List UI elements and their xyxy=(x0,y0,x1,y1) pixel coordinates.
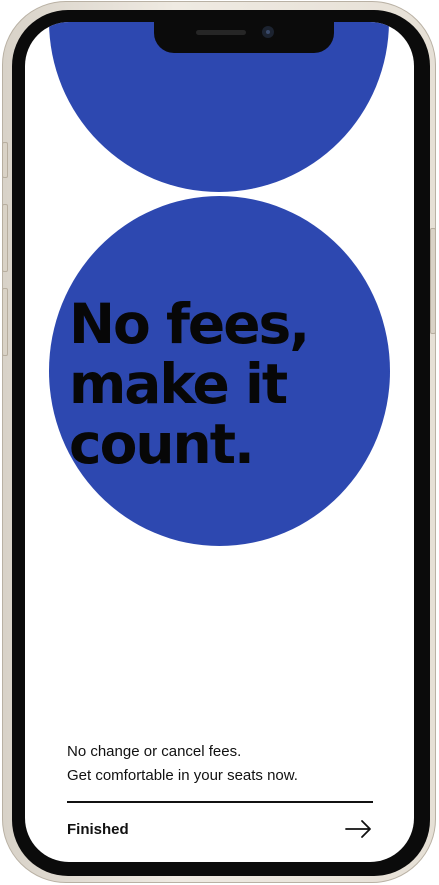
finished-button[interactable]: Finished xyxy=(67,814,373,844)
description-line: No change or cancel fees. xyxy=(67,743,242,760)
divider xyxy=(67,801,373,803)
finished-label: Finished xyxy=(67,820,129,838)
volume-up-button xyxy=(2,204,8,272)
headline-line: No fees, xyxy=(69,292,310,356)
description-line: Get comfortable in your seats now. xyxy=(67,767,298,784)
headline: No fees, make it count. xyxy=(69,294,389,474)
arrow-right-icon[interactable] xyxy=(345,819,373,839)
headline-line: count. xyxy=(69,412,255,476)
camera-icon xyxy=(262,26,274,38)
headline-line: make it xyxy=(69,352,288,416)
notch xyxy=(154,22,334,53)
power-button xyxy=(430,228,436,334)
speaker-grille xyxy=(196,30,246,35)
description: No change or cancel fees. Get comfortabl… xyxy=(67,740,387,788)
mute-switch xyxy=(2,142,8,178)
volume-down-button xyxy=(2,288,8,356)
app-screen: No fees, make it count. No change or can… xyxy=(25,22,414,862)
